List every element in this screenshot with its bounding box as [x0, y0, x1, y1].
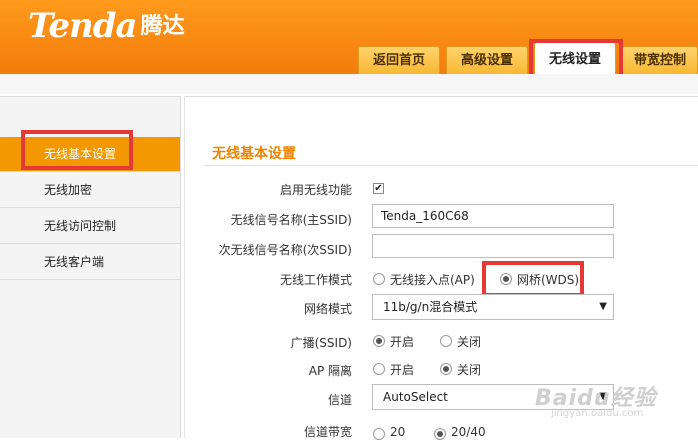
tab-wireless[interactable]: 无线设置: [534, 42, 616, 74]
enable-wireless-checkbox[interactable]: ✔: [373, 183, 384, 194]
tab-home[interactable]: 返回首页: [358, 46, 440, 74]
sidebar-item-wireless-encryption[interactable]: 无线加密: [0, 173, 180, 208]
ap-isolation-label: AP 隔离: [308, 364, 352, 378]
broadcast-on-radio[interactable]: [373, 335, 385, 347]
bandwidth-label: 信道带宽: [303, 425, 352, 439]
mode-wds-radio[interactable]: [500, 273, 512, 285]
enable-wireless-label: 启用无线功能: [279, 183, 352, 197]
broadcast-on-label: 开启: [390, 335, 415, 349]
broadcast-off-radio[interactable]: [440, 335, 452, 347]
sidebar-item-access-control[interactable]: 无线访问控制: [0, 209, 180, 244]
broadcast-label: 广播(SSID): [290, 336, 352, 350]
ssid2-label: 次无线信号名称(次SSID): [218, 243, 352, 257]
ap-isolation-off-label: 关闭: [457, 363, 482, 377]
ssid-input[interactable]: Tenda_160C68: [372, 204, 614, 228]
ap-isolation-off-radio[interactable]: [440, 363, 452, 375]
ssid2-input[interactable]: [372, 234, 614, 258]
network-mode-label: 网络模式: [303, 302, 352, 316]
bandwidth-20-radio[interactable]: [373, 428, 385, 440]
mode-ap-label: 无线接入点(AP): [390, 273, 475, 287]
sidebar-item-wireless-clients[interactable]: 无线客户端: [0, 245, 180, 280]
logo-text: Tenda: [28, 6, 138, 46]
ssid-label: 无线信号名称(主SSID): [230, 213, 352, 227]
logo-text-cn: 腾达: [140, 14, 185, 39]
baidu-watermark-url: jingyan.baidu.com: [551, 408, 644, 419]
work-mode-label: 无线工作模式: [279, 273, 352, 287]
channel-value: AutoSelect: [383, 390, 448, 404]
broadcast-off-label: 关闭: [457, 335, 482, 349]
chevron-down-icon: ▼: [599, 301, 607, 312]
header-band: [0, 74, 698, 94]
tab-advanced[interactable]: 高级设置: [446, 46, 528, 74]
network-mode-select[interactable]: 11b/g/n混合模式 ▼: [372, 294, 614, 320]
mode-wds-label: 网桥(WDS): [517, 273, 580, 287]
channel-label: 信道: [327, 393, 352, 407]
network-mode-value: 11b/g/n混合模式: [383, 300, 478, 314]
bandwidth-2040-radio[interactable]: [434, 428, 446, 440]
mode-ap-radio[interactable]: [373, 273, 385, 285]
section-title: 无线基本设置: [212, 146, 296, 162]
ap-isolation-on-label: 开启: [390, 363, 415, 377]
tab-bandwidth[interactable]: 带宽控制: [622, 46, 698, 74]
sidebar-item-wireless-basic[interactable]: 无线基本设置: [0, 137, 180, 172]
tenda-logo: Tenda 腾达: [28, 6, 185, 46]
section-divider: [204, 165, 698, 166]
ap-isolation-on-radio[interactable]: [373, 363, 385, 375]
